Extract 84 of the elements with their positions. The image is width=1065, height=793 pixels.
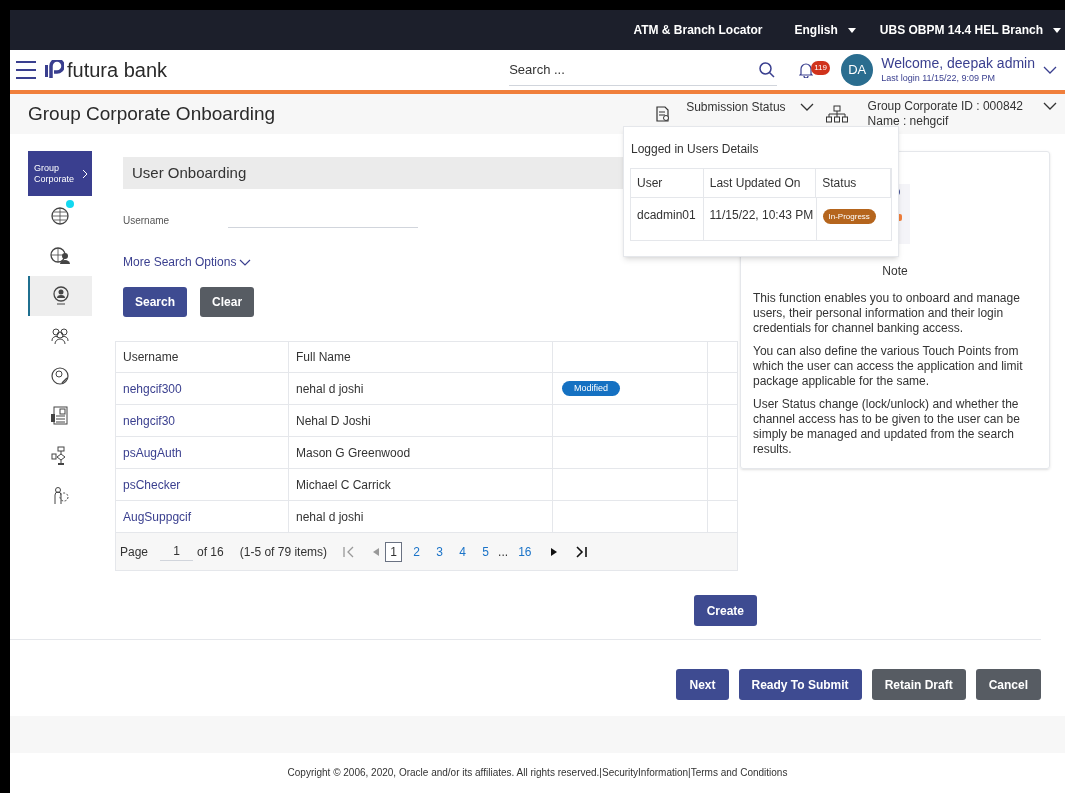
search-field[interactable]: Search ... bbox=[509, 54, 778, 86]
dropdown-button[interactable]: English bbox=[794, 21, 856, 39]
locator-link[interactable]: ATM & Branch Locator bbox=[633, 21, 763, 39]
notifications-button[interactable]: 119 bbox=[799, 60, 834, 80]
sidebar-symbol-icon bbox=[50, 406, 70, 426]
action-button[interactable]: Next bbox=[676, 669, 729, 700]
search-icon bbox=[759, 62, 776, 78]
chevron-right-icon bbox=[82, 168, 88, 179]
page-button[interactable]: 2 bbox=[408, 541, 426, 562]
column-header: User bbox=[631, 169, 704, 197]
page-button[interactable]: 1 bbox=[385, 541, 403, 562]
caret-icon bbox=[1053, 27, 1061, 33]
submission-status-button[interactable]: Submission Status bbox=[686, 98, 814, 116]
document-icon bbox=[656, 106, 671, 122]
logo-icon bbox=[44, 60, 64, 80]
logo-text: futura bank bbox=[67, 58, 168, 83]
corporate-id-text: Group Corporate ID : 000842 bbox=[867, 99, 1023, 114]
username-link[interactable]: nehgcif300 bbox=[123, 379, 182, 398]
table-cell: nehal d joshi bbox=[289, 501, 553, 532]
sidebar-item[interactable] bbox=[28, 276, 92, 316]
more-search-options-link[interactable]: More Search Options bbox=[123, 253, 252, 271]
items-count-text: (1-5 of 79 items) bbox=[239, 543, 328, 561]
table-cell: nehal d joshi bbox=[289, 373, 553, 404]
note-paragraph: You can also define the various Touch Points from which the user can access the application and limit package applicable for the same. bbox=[752, 344, 1024, 389]
note-paragraph: This function enables you to onboard and manage users, their personal information and their login credentials for channel banking access. bbox=[752, 291, 1021, 336]
sidebar-symbol-icon bbox=[50, 246, 70, 266]
chevron-down-icon bbox=[1043, 66, 1057, 74]
action-button[interactable]: Cancel bbox=[975, 669, 1041, 700]
page-button[interactable]: 4 bbox=[454, 541, 472, 562]
user-avatar: DA bbox=[841, 54, 874, 86]
bell-icon bbox=[799, 62, 814, 78]
dropdown-button[interactable]: UBS OBPM 14.4 HEL Branch bbox=[879, 21, 1061, 39]
status-tag: In-Progress bbox=[822, 209, 876, 224]
status-tag: Modified bbox=[562, 381, 621, 396]
chevron-down-icon bbox=[1043, 102, 1057, 110]
notification-count: 119 bbox=[811, 61, 830, 75]
sidebar-symbol-icon bbox=[51, 286, 71, 306]
sidebar-symbol-icon bbox=[50, 326, 70, 346]
last-page-icon bbox=[575, 545, 588, 558]
chevron-down-icon bbox=[799, 103, 814, 111]
table-cell: Mason G Greenwood bbox=[289, 437, 553, 468]
username-link[interactable]: psChecker bbox=[123, 475, 181, 494]
sidebar-symbol-icon bbox=[50, 366, 70, 386]
clear-button[interactable]: Clear bbox=[200, 287, 255, 317]
caret-icon bbox=[847, 27, 856, 33]
create-button[interactable]: Create bbox=[693, 595, 757, 626]
column-header: Username bbox=[116, 342, 289, 372]
page-number-field[interactable]: 1 bbox=[160, 542, 194, 561]
menu-button[interactable] bbox=[16, 61, 36, 79]
note-paragraph: User Status change (lock/unlock) and whether the channel access has to be given to the user can be simply be managed and updated from the search results. bbox=[752, 397, 1021, 457]
table-cell: Nehal D Joshi bbox=[289, 405, 553, 436]
page-title: Group Corporate Onboarding bbox=[28, 101, 276, 126]
column-header: Full Name bbox=[289, 342, 553, 372]
search-button[interactable]: Search bbox=[123, 287, 188, 317]
field-label: Username bbox=[123, 214, 171, 228]
action-button[interactable]: Retain Draft bbox=[871, 669, 966, 700]
first-page-icon bbox=[343, 545, 356, 558]
table-cell: Michael C Carrick bbox=[289, 469, 553, 500]
page-label: Page bbox=[120, 543, 149, 561]
page-button[interactable]: 3 bbox=[431, 541, 449, 562]
next-page-icon bbox=[551, 547, 558, 556]
username-link[interactable]: AugSuppgcif bbox=[123, 507, 192, 526]
page-button[interactable]: 16 bbox=[514, 541, 536, 562]
sidebar-symbol-icon bbox=[50, 206, 70, 226]
chevron-down-icon bbox=[239, 258, 252, 266]
page-button[interactable]: 5 bbox=[477, 541, 495, 562]
page-count-text: of 16 bbox=[197, 543, 224, 561]
username-link[interactable]: psAugAuth bbox=[123, 443, 182, 462]
welcome-text: Welcome, deepak admin bbox=[881, 54, 1035, 72]
copyright-text: Copyright © 2006, 2020, Oracle and/or its affiliates. All rights reserved.|SecurityInformation|Terms and Conditions bbox=[287, 766, 788, 780]
pagination-ellipsis: ... bbox=[498, 543, 509, 561]
last-login-text: Last login 11/15/22, 9:09 PM bbox=[881, 71, 997, 85]
hierarchy-icon bbox=[825, 105, 848, 123]
username-link[interactable]: nehgcif30 bbox=[123, 411, 176, 430]
note-title: Note bbox=[882, 264, 908, 279]
popup-title: Logged in Users Details bbox=[631, 141, 760, 158]
table-cell: 11/15/22, 10:43 PM bbox=[703, 198, 817, 240]
table-cell: dcadmin01 bbox=[631, 198, 704, 240]
column-header: Status bbox=[816, 169, 891, 197]
column-header: Last Updated On bbox=[703, 169, 817, 197]
sidebar-group-button[interactable]: Group Corporate bbox=[28, 151, 92, 196]
action-button[interactable]: Ready To Submit bbox=[738, 669, 862, 700]
previous-page-icon bbox=[373, 547, 380, 556]
corporate-name-text: Name : nehgcif bbox=[867, 114, 950, 129]
